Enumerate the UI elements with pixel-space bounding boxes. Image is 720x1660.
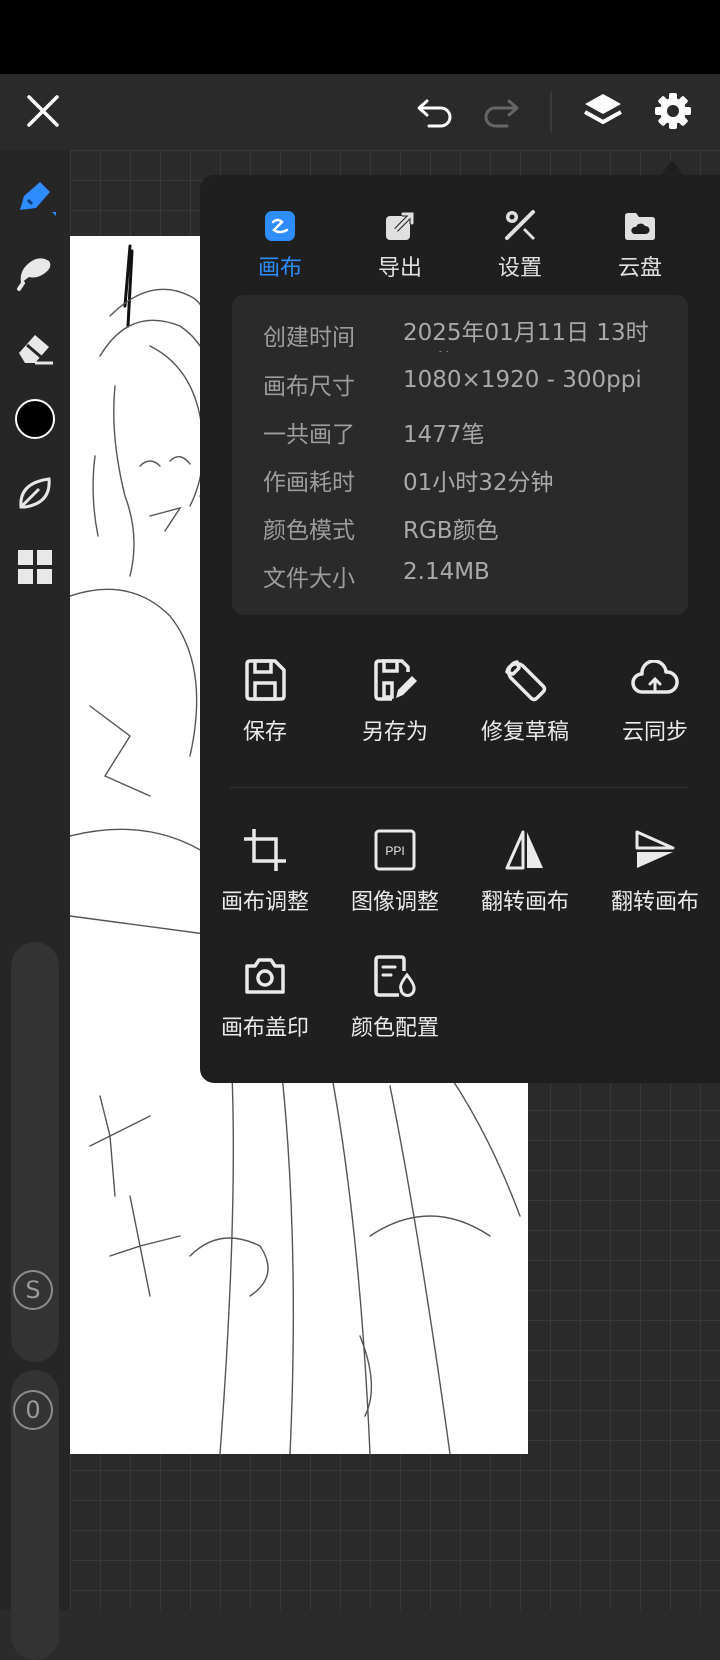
cloud-folder-icon: [585, 196, 695, 242]
redo-icon[interactable]: [478, 90, 524, 136]
action-label: 保存: [242, 720, 287, 745]
info-key: 作画耗时: [263, 470, 355, 496]
repair-draft-button[interactable]: 修复草稿: [460, 652, 590, 746]
info-key: 颜色模式: [263, 518, 355, 544]
smudge-tool[interactable]: [10, 246, 60, 296]
info-key: 画布尺寸: [263, 374, 355, 400]
pen-icon: [20, 182, 56, 216]
size-slider-badge: S: [13, 1270, 53, 1310]
ppi-icon: PPI: [330, 822, 460, 878]
action-label: 图像调整: [350, 890, 439, 915]
color-config-button[interactable]: 颜色配置: [330, 948, 460, 1042]
camera-icon: [200, 948, 330, 1004]
canvas-icon: [225, 196, 335, 242]
cloud-sync-icon: [590, 652, 720, 708]
info-row-strokes: 一共画了 1477笔: [263, 415, 485, 455]
flip-vertical-icon: [590, 822, 720, 878]
info-value: 2.14MB: [403, 559, 490, 585]
svg-text:PPI: PPI: [385, 844, 404, 858]
info-value: 1477笔: [403, 422, 485, 448]
layers-icon[interactable]: [578, 86, 628, 136]
action-label: 画布调整: [220, 890, 309, 915]
info-key: 创建时间: [263, 325, 355, 351]
leaf-icon: [19, 477, 51, 509]
tab-settings[interactable]: 设置: [465, 196, 575, 281]
info-value: 01小时32分钟: [403, 470, 554, 496]
opacity-slider-badge: 0: [13, 1390, 53, 1430]
info-row-size: 画布尺寸 1080×1920 - 300ppi: [263, 367, 642, 407]
save-button[interactable]: 保存: [200, 652, 330, 746]
tab-label: 导出: [377, 256, 422, 281]
brush-tool[interactable]: [10, 172, 60, 222]
crop-icon: [200, 822, 330, 878]
image-adjust-button[interactable]: PPI 图像调整: [330, 822, 460, 916]
action-label: 云同步: [621, 720, 688, 745]
info-value: 1080×1920 - 300ppi: [403, 367, 642, 393]
tab-cloud[interactable]: 云盘: [585, 196, 695, 281]
info-row-time: 作画耗时 01小时32分钟: [263, 463, 554, 503]
color-picker[interactable]: [10, 394, 60, 444]
tab-export[interactable]: 导出: [345, 196, 455, 281]
undo-icon[interactable]: [412, 90, 458, 136]
top-toolbar: [0, 74, 720, 150]
close-icon[interactable]: [20, 88, 66, 134]
canvas-adjust-button[interactable]: 画布调整: [200, 822, 330, 916]
tab-canvas[interactable]: 画布: [225, 196, 335, 281]
export-icon: [345, 196, 455, 242]
gear-icon[interactable]: [648, 86, 698, 136]
action-label: 翻转画布: [480, 890, 569, 915]
flip-canvas-horizontal-button[interactable]: 翻转画布: [460, 822, 590, 916]
current-color-swatch: [15, 399, 55, 439]
toolbar-divider: [550, 92, 552, 132]
grid-icon: [18, 550, 52, 584]
action-label: 颜色配置: [350, 1016, 439, 1041]
info-key: 文件大小: [263, 566, 355, 592]
info-row-file-size: 文件大小 2.14MB: [263, 559, 490, 599]
tab-label: 画布: [257, 256, 302, 281]
eraser-icon: [19, 335, 53, 365]
left-tool-rail: S 0: [0, 150, 70, 1660]
action-label: 另存为: [361, 720, 428, 745]
action-label: 修复草稿: [480, 720, 569, 745]
action-label: 翻转画布: [610, 890, 699, 915]
info-key: 一共画了: [263, 422, 355, 448]
save-as-icon: [330, 652, 460, 708]
eraser-tool[interactable]: [10, 322, 60, 372]
repair-wrench-icon: [460, 652, 590, 708]
popover-caret: [660, 160, 684, 176]
info-value: RGB颜色: [403, 518, 499, 544]
info-row-created: 创建时间 2025年01月11日 13时16分: [263, 318, 673, 358]
flip-horizontal-icon: [460, 822, 590, 878]
tab-label: 设置: [497, 256, 542, 281]
cloud-sync-button[interactable]: 云同步: [590, 652, 720, 746]
color-config-icon: [330, 948, 460, 1004]
grid-menu-tool[interactable]: [10, 542, 60, 592]
info-value: 2025年01月11日 13时16分: [403, 320, 649, 352]
action-label: 画布盖印: [220, 1016, 309, 1041]
status-bar: [0, 0, 720, 74]
flip-canvas-vertical-button[interactable]: 翻转画布: [590, 822, 720, 916]
smudge-icon: [17, 258, 51, 291]
canvas-stamp-button[interactable]: 画布盖印: [200, 948, 330, 1042]
material-tool[interactable]: [10, 468, 60, 518]
actions-divider: [230, 787, 688, 788]
tab-label: 云盘: [617, 256, 662, 281]
info-row-color-mode: 颜色模式 RGB颜色: [263, 511, 499, 551]
save-as-button[interactable]: 另存为: [330, 652, 460, 746]
settings-tools-icon: [465, 196, 575, 242]
save-icon: [200, 652, 330, 708]
